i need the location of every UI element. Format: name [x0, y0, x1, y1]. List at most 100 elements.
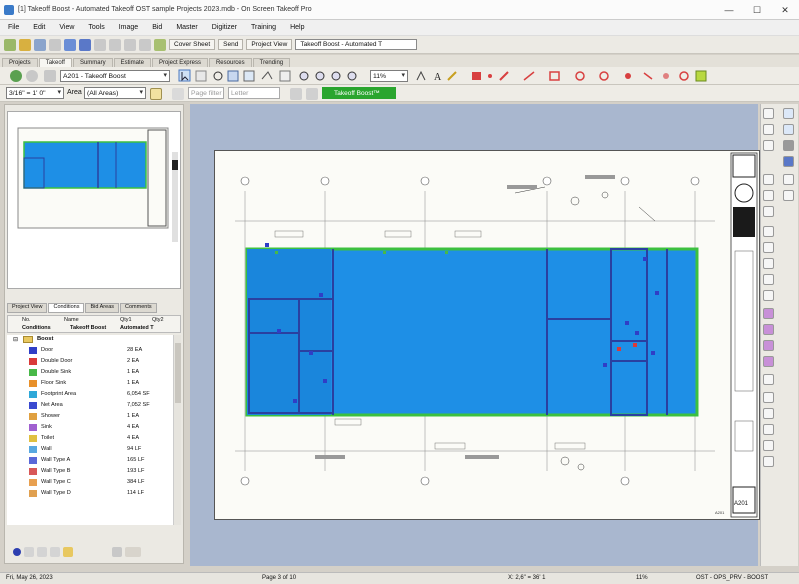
- markup-tools[interactable]: A: [414, 69, 714, 83]
- condition-row[interactable]: Footprint Area 6,054 SF: [7, 390, 173, 400]
- options-icon[interactable]: [125, 547, 141, 557]
- page-overview[interactable]: [7, 111, 181, 289]
- menu-file[interactable]: File: [8, 24, 19, 31]
- style-icon[interactable]: [763, 340, 774, 351]
- properties-icon[interactable]: [783, 124, 794, 135]
- copy-icon[interactable]: [64, 38, 76, 51]
- page-select[interactable]: A201 - Takeoff Boost ▾: [60, 70, 170, 82]
- zoom-select[interactable]: 11% ▾: [370, 70, 408, 82]
- condition-row[interactable]: Wall Type B 193 LF: [7, 467, 173, 477]
- link-icon[interactable]: [763, 274, 774, 285]
- condition-row[interactable]: Door 28 EA: [7, 346, 173, 356]
- minimize-icon[interactable]: —: [715, 0, 743, 20]
- cursor-icon[interactable]: [763, 190, 774, 201]
- tab-trending[interactable]: Trending: [252, 58, 291, 67]
- tab-summary[interactable]: Summary: [72, 58, 113, 67]
- maximize-icon[interactable]: ☐: [743, 0, 771, 20]
- condition-row[interactable]: Wall Type C 384 LF: [7, 478, 173, 488]
- search-icon[interactable]: [172, 88, 184, 100]
- paste-icon[interactable]: [79, 38, 91, 51]
- menu-master[interactable]: Master: [176, 24, 197, 31]
- print-icon[interactable]: [49, 38, 61, 51]
- takeoff-boost-button[interactable]: Takeoff Boost™: [322, 87, 396, 99]
- highlight-icon[interactable]: [783, 156, 794, 167]
- layers-icon[interactable]: [783, 108, 794, 119]
- project-view-button[interactable]: Project View: [246, 39, 293, 50]
- forward-icon[interactable]: [26, 70, 38, 82]
- menu-bid[interactable]: Bid: [152, 24, 162, 31]
- condition-row[interactable]: Sink 4 EA: [7, 423, 173, 433]
- delete-condition-icon[interactable]: [50, 547, 60, 557]
- view-select[interactable]: Takeoff Boost - Automated T: [295, 39, 418, 50]
- condition-row[interactable]: Wall 94 LF: [7, 445, 173, 455]
- tab-resources[interactable]: Resources: [208, 58, 252, 67]
- clear-icon[interactable]: [290, 88, 302, 100]
- conditions-folder[interactable]: ⊟ Boost: [7, 335, 173, 345]
- tab-takeoff[interactable]: Takeoff: [38, 58, 72, 67]
- menu-training[interactable]: Training: [251, 24, 276, 31]
- edit-icon[interactable]: [24, 547, 34, 557]
- wand-icon[interactable]: [150, 88, 162, 100]
- condition-row[interactable]: Wall Type D 114 LF: [7, 489, 173, 499]
- menu-view[interactable]: View: [59, 24, 74, 31]
- tab-estimate[interactable]: Estimate: [113, 58, 151, 67]
- style-alt-icon[interactable]: [763, 356, 774, 367]
- menu-digitizer[interactable]: Digitizer: [212, 24, 237, 31]
- col-qty1[interactable]: Qty1: [120, 317, 132, 323]
- collapse-icon[interactable]: ⊟: [13, 336, 18, 343]
- flip-icon[interactable]: [783, 174, 794, 185]
- conditions-scrollbar[interactable]: [173, 335, 181, 525]
- menu-image[interactable]: Image: [119, 24, 138, 31]
- col-qty2[interactable]: Qty2: [152, 317, 164, 323]
- condition-row[interactable]: Net Area 7,052 SF: [7, 401, 173, 411]
- new-condition-icon[interactable]: [13, 548, 21, 556]
- delete-icon[interactable]: [139, 38, 151, 51]
- col-no[interactable]: No.: [22, 317, 31, 323]
- settings-icon[interactable]: [306, 88, 318, 100]
- redo-icon[interactable]: [109, 38, 121, 51]
- tab-projects[interactable]: Projects: [2, 58, 38, 67]
- condition-row[interactable]: Wall Type A 165 LF: [7, 456, 173, 466]
- bookmark-icon[interactable]: [763, 258, 774, 269]
- back-icon[interactable]: [10, 70, 22, 82]
- export-icon[interactable]: [763, 424, 774, 435]
- layer-select[interactable]: Letter: [228, 87, 280, 99]
- new-icon[interactable]: [4, 38, 16, 51]
- scroll-thumb[interactable]: [175, 343, 181, 403]
- undo-icon[interactable]: [94, 38, 106, 51]
- pan-icon[interactable]: [783, 190, 794, 201]
- report-icon[interactable]: [763, 408, 774, 419]
- overlay-icon[interactable]: [763, 140, 774, 151]
- area-select[interactable]: (All Areas) ▾: [84, 87, 146, 99]
- stamp-icon[interactable]: [763, 290, 774, 301]
- color-icon[interactable]: [763, 308, 774, 319]
- print-page-icon[interactable]: [763, 440, 774, 451]
- col-name[interactable]: Name: [64, 317, 79, 323]
- tag-icon[interactable]: [763, 242, 774, 253]
- color-alt-icon[interactable]: [763, 324, 774, 335]
- page-list-icon[interactable]: [763, 108, 774, 119]
- open-icon[interactable]: [19, 38, 31, 51]
- menu-help[interactable]: Help: [290, 24, 304, 31]
- condition-row[interactable]: Shower 1 EA: [7, 412, 173, 422]
- tab-bid-areas[interactable]: Bid Areas: [85, 303, 120, 313]
- scale-select[interactable]: 3/16" = 1' 0" ▾: [6, 87, 64, 99]
- rotate-icon[interactable]: [763, 174, 774, 185]
- tab-project-view[interactable]: Project View: [7, 303, 48, 313]
- tab-comments[interactable]: Comments: [120, 303, 157, 313]
- image-icon[interactable]: [783, 140, 794, 151]
- condition-row[interactable]: Double Door 2 EA: [7, 357, 173, 367]
- menu-tools[interactable]: Tools: [88, 24, 104, 31]
- condition-row[interactable]: Double Sink 1 EA: [7, 368, 173, 378]
- page-nav-icon[interactable]: [44, 70, 56, 82]
- grid-icon[interactable]: [763, 374, 774, 385]
- menu-edit[interactable]: Edit: [33, 24, 45, 31]
- cut-icon[interactable]: [124, 38, 136, 51]
- drawing-sheet[interactable]: A201 A201: [214, 150, 760, 520]
- condition-row[interactable]: Toilet 4 EA: [7, 434, 173, 444]
- thumbnail-icon[interactable]: [763, 124, 774, 135]
- filter-icon[interactable]: [112, 547, 122, 557]
- close-icon[interactable]: ✕: [771, 0, 799, 20]
- calc-icon[interactable]: [763, 392, 774, 403]
- save-icon[interactable]: [34, 38, 46, 51]
